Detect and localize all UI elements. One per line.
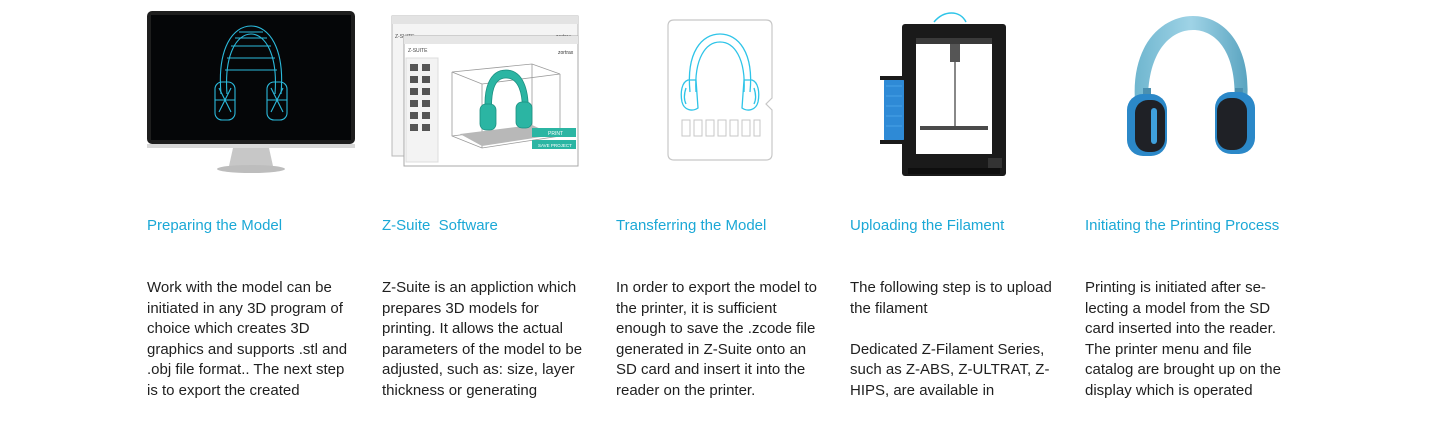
step-transferring-model: Transferring the Model In order to expor… [616,0,828,400]
step-paragraph: Dedicated Z-Filament Series, such as Z-A… [850,340,1050,399]
printer-illustration [850,8,1062,178]
filament-spool-icon [884,78,904,142]
step-preparing-model: Preparing the Model Work with the model … [147,0,359,400]
process-steps: Preparing the Model Work with the model … [0,0,1440,400]
step-title[interactable]: Transferring the Model [616,217,846,235]
printed-headphones-illustration [1085,8,1297,178]
monitor-illustration [147,8,359,178]
step-title[interactable]: Z-Suite Software [382,217,612,235]
svg-text:PRINT: PRINT [548,131,563,137]
step-title[interactable]: Preparing the Model [147,217,377,235]
step-uploading-filament: Uploading the Filament The following ste… [850,0,1062,400]
step-paragraph: Work with the model can be initiated in … [147,279,348,399]
svg-text:Z-SUITE: Z-SUITE [408,48,428,54]
step-paragraph: In order to export the model to the prin… [616,279,817,399]
step-zsuite-software: Z-SUITE zortrax Z-SUITE zortrax [382,0,594,400]
step-title[interactable]: Uploading the Filament [850,217,1080,235]
sd-card-icon [667,19,773,161]
step-title[interactable]: Initiating the Printing Process [1085,217,1315,235]
sd-card-illustration [616,8,828,178]
step-paragraph: The following step is to upload the fila… [850,279,1052,317]
svg-text:SAVE PROJECT: SAVE PROJECT [538,143,572,148]
step-initiating-printing: Initiating the Printing Process Printing… [1085,0,1297,400]
svg-text:zortrax: zortrax [558,50,574,56]
headphones-icon [1127,16,1255,156]
zsuite-screenshot-illustration: Z-SUITE zortrax Z-SUITE zortrax [382,8,594,178]
step-paragraph: Z-Suite is an appliction which prepares … [382,279,583,399]
step-paragraph: Printing is initiated after se-lecting a… [1085,279,1281,399]
